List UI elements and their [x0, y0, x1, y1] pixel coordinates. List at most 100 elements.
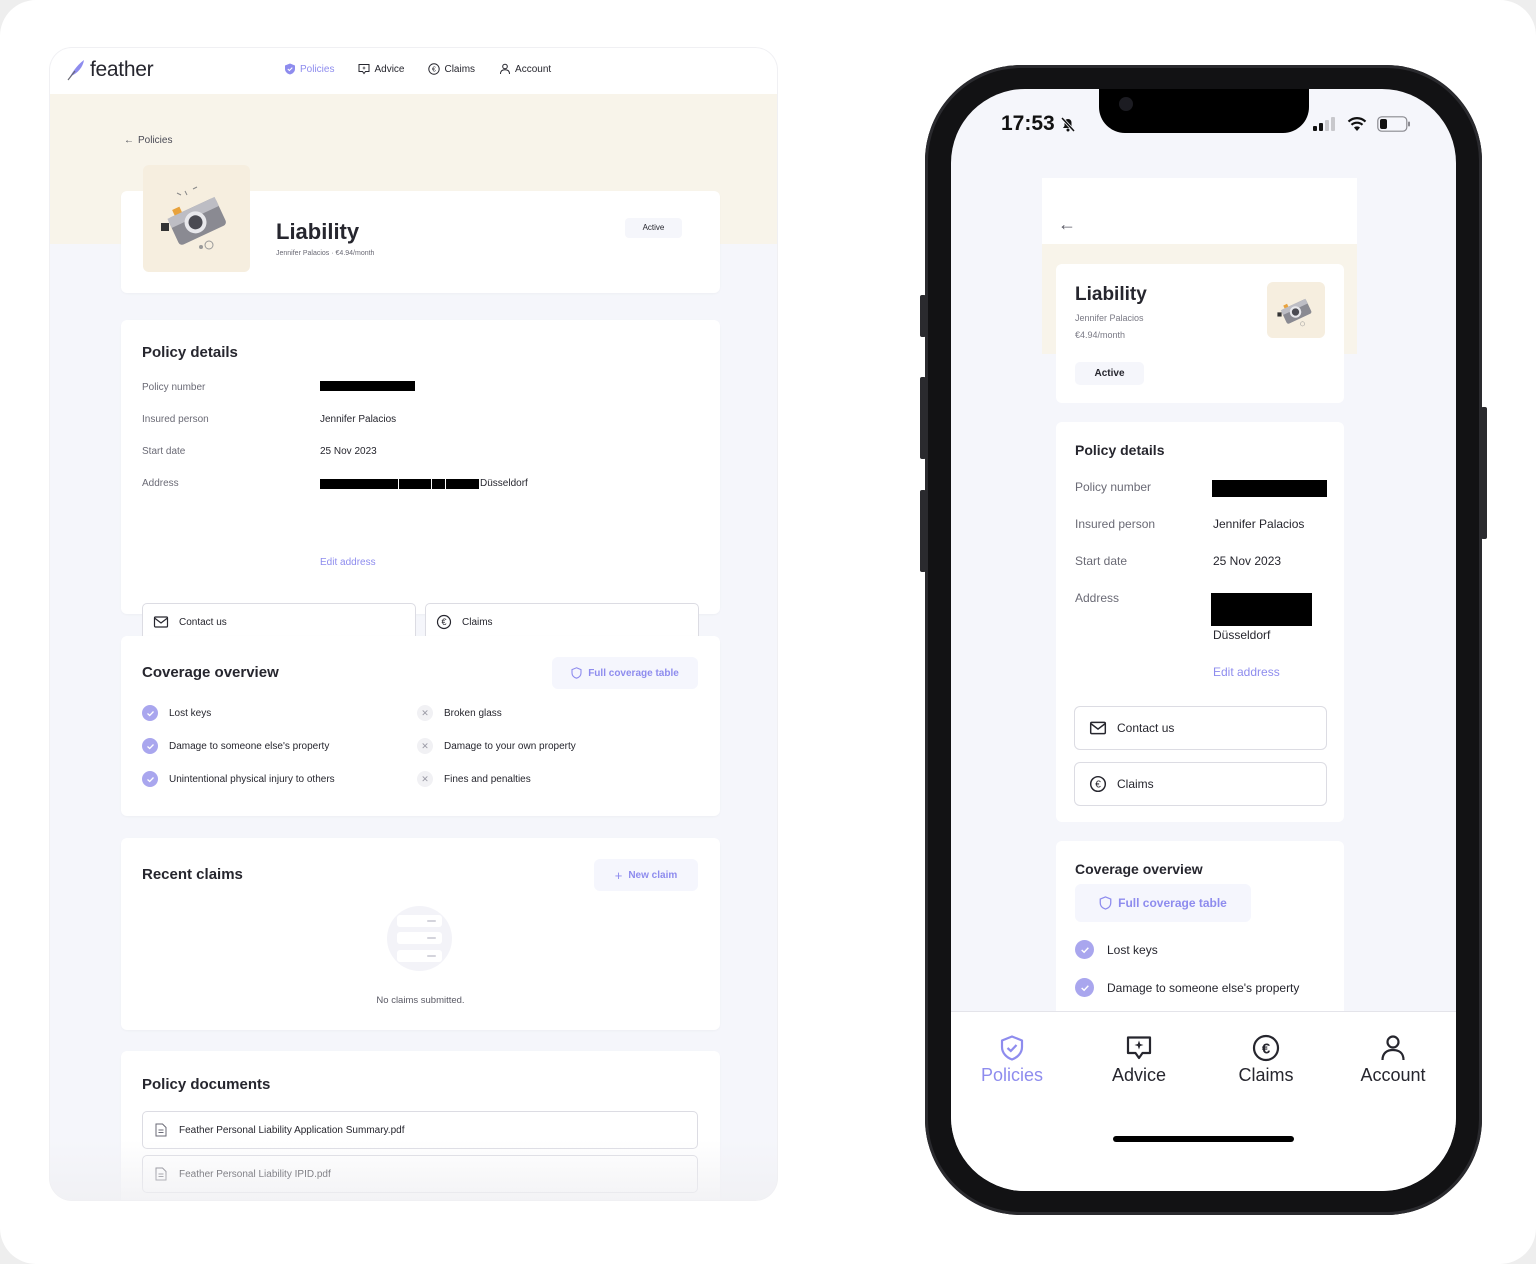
- coverage-item-not-covered: ✕ Damage to your own property: [417, 738, 576, 754]
- status-badge: Active: [625, 218, 682, 238]
- section-title: Coverage overview: [1075, 861, 1203, 877]
- showcase-canvas: feather Policies Advice € Claims Account: [0, 0, 1536, 1264]
- claims-button[interactable]: € Claims: [1074, 762, 1327, 806]
- nav-item-account[interactable]: Account: [499, 63, 551, 75]
- camera-illustration-icon: [161, 186, 226, 250]
- full-coverage-table-button[interactable]: Full coverage table: [1075, 884, 1251, 922]
- mail-icon: [1089, 721, 1107, 735]
- address-value: Düsseldorf: [320, 478, 528, 489]
- insured-person-value: Jennifer Palacios: [320, 414, 397, 425]
- plus-icon: +: [614, 867, 623, 883]
- coverage-item-covered: Lost keys: [142, 705, 211, 721]
- user-icon: [500, 63, 511, 75]
- row-label: Policy number: [1075, 480, 1152, 494]
- mail-icon: [153, 616, 169, 628]
- status-bar-time: 17:53: [1001, 112, 1077, 136]
- battery-icon: [1377, 116, 1410, 132]
- volume-down-button: [920, 490, 926, 572]
- main-nav: Policies Advice € Claims Account: [284, 63, 551, 75]
- desktop-window: feather Policies Advice € Claims Account: [50, 48, 777, 1200]
- empty-state-text: No claims submitted.: [376, 995, 465, 1006]
- nav-item-claims[interactable]: € Claims: [428, 63, 475, 75]
- row-label: Insured person: [142, 414, 209, 425]
- policy-price: €4.94/month: [1075, 330, 1126, 340]
- edit-address-link[interactable]: Edit address: [1213, 665, 1280, 679]
- section-title: Policy documents: [142, 1076, 271, 1093]
- coverage-item-covered: Damage to someone else's property: [142, 738, 329, 754]
- new-claim-button[interactable]: + New claim: [594, 859, 698, 891]
- coverage-item-not-covered: ✕ Broken glass: [417, 705, 502, 721]
- phone-top-bar: ←: [1042, 178, 1357, 244]
- coverage-item-covered: Damage to someone else's property: [1075, 978, 1299, 997]
- policy-number-redaction: [1212, 480, 1327, 497]
- phone-frame: 17:53 ← Liability Jennifer Palacios €4.9…: [920, 65, 1487, 1215]
- redaction: [320, 478, 398, 489]
- back-to-policies-link[interactable]: ← Policies: [124, 135, 172, 146]
- coverage-item-not-covered: ✕ Fines and penalties: [417, 771, 531, 787]
- row-label: Insured person: [1075, 517, 1156, 531]
- svg-text:€: €: [433, 66, 437, 73]
- cellular-signal-icon: [1313, 117, 1335, 131]
- row-label: Address: [1075, 591, 1120, 605]
- x-circle-icon: ✕: [417, 705, 433, 721]
- policy-header-card: Liability Jennifer Palacios €4.94/month: [1056, 264, 1344, 403]
- document-icon: [155, 1123, 167, 1137]
- chat-sparkle-icon: [358, 64, 370, 75]
- brand-name: feather: [90, 58, 154, 81]
- nav-label: Advice: [374, 63, 405, 75]
- phone-notch: [1099, 89, 1309, 133]
- illustration-bar: [397, 932, 442, 944]
- shield-icon: [571, 667, 582, 679]
- home-indicator[interactable]: [1113, 1136, 1294, 1142]
- euro-circle-icon: €: [428, 63, 441, 75]
- back-arrow-icon[interactable]: ←: [1058, 214, 1076, 235]
- mute-switch: [920, 295, 926, 337]
- empty-claims-illustration: [387, 906, 452, 971]
- policy-title: Liability: [276, 219, 360, 244]
- check-circle-icon: [142, 705, 158, 721]
- wifi-icon: [1347, 116, 1367, 131]
- coverage-item-covered: Unintentional physical injury to others: [142, 771, 335, 787]
- insured-person-value: Jennifer Palacios: [1213, 517, 1305, 531]
- tab-advice[interactable]: Advice: [1084, 1034, 1194, 1086]
- document-row[interactable]: Feather Personal Liability IPID.pdf: [142, 1155, 698, 1193]
- coverage-item-covered: Lost keys: [1075, 940, 1158, 959]
- document-icon: [155, 1167, 167, 1181]
- row-label: Address: [142, 478, 179, 489]
- tab-policies[interactable]: Policies: [957, 1034, 1067, 1086]
- contact-us-button[interactable]: Contact us: [1074, 706, 1327, 750]
- edit-address-link[interactable]: Edit address: [320, 557, 376, 568]
- full-coverage-table-button[interactable]: Full coverage table: [552, 657, 698, 689]
- document-row[interactable]: Feather Personal Liability Application S…: [142, 1111, 698, 1149]
- bell-slash-icon: [1060, 116, 1075, 133]
- illustration-bar: [397, 915, 442, 927]
- camera-illustration-icon: [1277, 298, 1312, 327]
- phone-screen: 17:53 ← Liability Jennifer Palacios €4.9…: [951, 89, 1456, 1191]
- row-label: Policy number: [142, 382, 206, 393]
- policy-details-card: Policy details Policy number Insured per…: [1056, 422, 1344, 822]
- address-city: Düsseldorf: [480, 478, 528, 489]
- user-icon: [1381, 1035, 1405, 1061]
- redaction: [399, 478, 431, 489]
- svg-text:€: €: [441, 617, 446, 627]
- volume-up-button: [920, 377, 926, 459]
- tab-account[interactable]: Account: [1338, 1034, 1448, 1086]
- tab-claims[interactable]: € Claims: [1211, 1034, 1321, 1086]
- power-button: [1481, 407, 1487, 539]
- check-circle-icon: [142, 738, 158, 754]
- policy-illustration: [143, 165, 250, 272]
- recent-claims-card: Recent claims + New claim No claims subm…: [121, 838, 720, 1030]
- euro-circle-icon: €: [436, 614, 452, 630]
- row-label: Start date: [1075, 554, 1128, 568]
- front-camera: [1119, 97, 1133, 111]
- nav-label: Policies: [300, 63, 335, 75]
- euro-circle-icon: €: [1252, 1034, 1280, 1062]
- feather-logo-icon: [67, 60, 84, 81]
- check-circle-icon: [142, 771, 158, 787]
- svg-text:€: €: [1262, 1041, 1271, 1058]
- nav-item-advice[interactable]: Advice: [358, 63, 404, 75]
- brand-logo[interactable]: feather: [66, 58, 154, 82]
- svg-text:€: €: [1095, 779, 1101, 790]
- check-circle-icon: [1075, 978, 1094, 997]
- nav-item-policies[interactable]: Policies: [284, 63, 334, 75]
